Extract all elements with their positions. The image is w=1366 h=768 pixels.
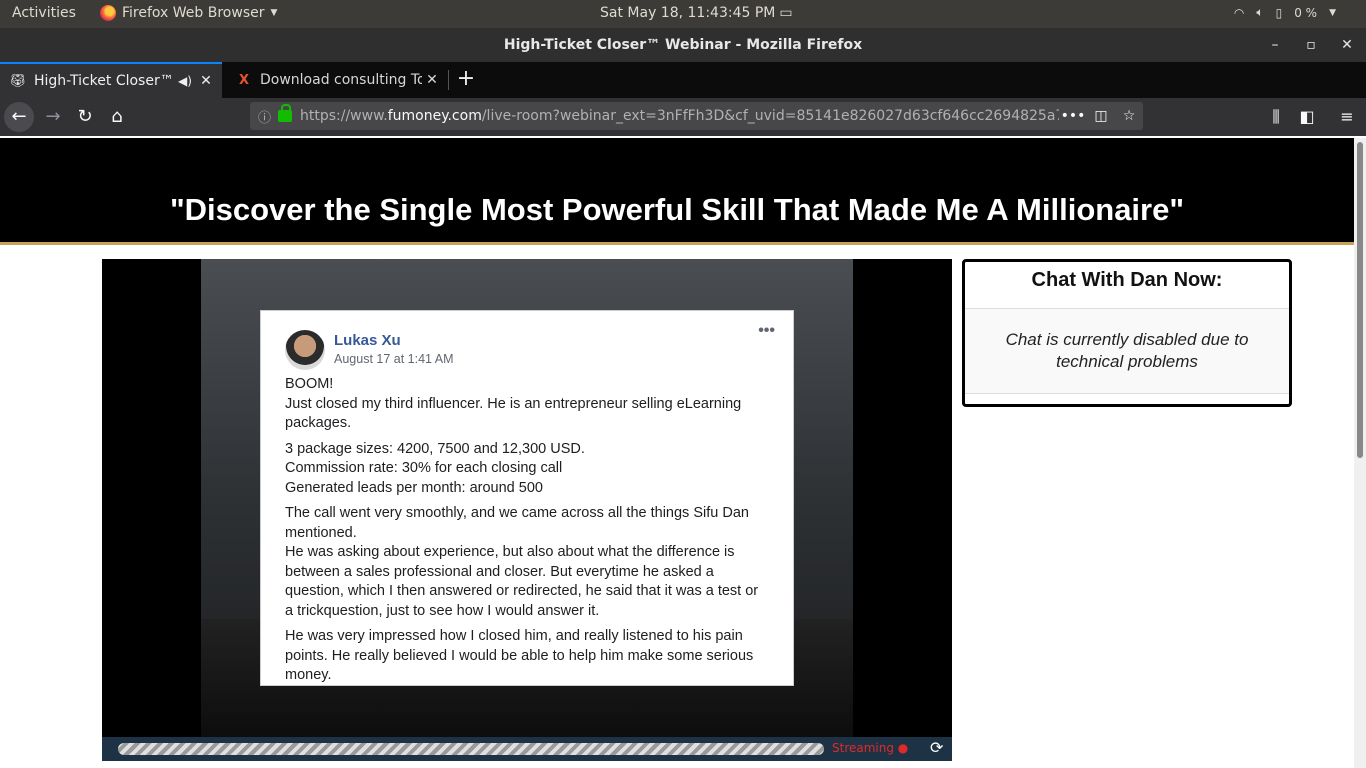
lock-icon[interactable] <box>278 104 292 122</box>
pocket-icon[interactable]: ◫ <box>1087 108 1115 124</box>
window-title: High-Ticket Closer™ Webinar - Mozilla Fi… <box>503 37 863 53</box>
tab-separator <box>448 70 449 90</box>
chat-panel: Chat With Dan Now: Chat is currently dis… <box>962 259 1292 407</box>
page-content: "Discover the Single Most Powerful Skill… <box>0 138 1354 768</box>
system-top-bar: Activities Firefox Web Browser ▼ Sat May… <box>0 0 1366 28</box>
notification-icon: ▭ <box>779 5 793 21</box>
scrollbar-thumb[interactable] <box>1357 142 1363 458</box>
close-window-button[interactable]: ✕ <box>1340 28 1354 62</box>
avatar <box>285 330 325 370</box>
speaker-icon[interactable]: ◀) <box>178 74 192 88</box>
maximize-button[interactable]: ▫ <box>1304 28 1318 62</box>
streaming-indicator: Streaming ● <box>832 741 909 755</box>
tab-strip: 🐯︎ High-Ticket Closer™ W ◀) ✕ X Download… <box>0 62 1366 98</box>
hamburger-menu-icon[interactable]: ≡ <box>1332 102 1362 132</box>
home-button[interactable]: ⌂ <box>102 102 132 132</box>
tab-title: Download consulting To <box>260 72 422 88</box>
url-scheme: https://www. <box>300 108 388 124</box>
page-scrollbar[interactable] <box>1354 138 1366 768</box>
app-menu-label: Firefox Web Browser <box>122 5 265 21</box>
post-date: August 17 at 1:41 AM <box>334 352 454 366</box>
post-paragraph: BOOM! Just closed my third influencer. H… <box>285 376 742 431</box>
battery-icon: ▯ <box>1275 5 1283 20</box>
url-path: /live-room?webinar_ext=3nFfFh3D&cf_uvid=… <box>481 108 1059 124</box>
clock[interactable]: Sat May 18, 11:43:45 PM ▭ <box>600 5 793 21</box>
tiger-favicon-icon: 🐯︎ <box>9 73 27 89</box>
navigation-toolbar: ← → ↻ ⌂ ⓘ https://www.fumoney.com/live-r… <box>0 98 1366 136</box>
new-tab-button[interactable]: + <box>454 62 478 98</box>
minimize-button[interactable]: – <box>1268 28 1282 62</box>
url-bar[interactable]: ⓘ https://www.fumoney.com/live-room?webi… <box>250 102 1143 130</box>
tab-webinar[interactable]: 🐯︎ High-Ticket Closer™ W ◀) ✕ <box>0 62 222 98</box>
url-text[interactable]: https://www.fumoney.com/live-room?webina… <box>300 108 1059 124</box>
info-icon[interactable]: ⓘ <box>258 107 276 126</box>
close-tab-button[interactable]: ✕ <box>422 72 442 88</box>
bookmark-star-icon[interactable]: ☆ <box>1115 108 1143 124</box>
volume-icon: 🔈︎ <box>1256 5 1264 19</box>
video-controls: Streaming ● ⟳ <box>102 737 952 761</box>
firefox-icon <box>100 5 116 21</box>
chevron-down-icon: ▼ <box>270 8 278 18</box>
video-progress-bar[interactable] <box>118 743 824 755</box>
reload-button[interactable]: ↻ <box>70 102 100 132</box>
chevron-down-icon: ▼ <box>1329 7 1336 18</box>
post-paragraph: He was very impressed how I closed him, … <box>285 628 754 683</box>
window-controls: – ▫ ✕ <box>1268 28 1354 62</box>
window-titlebar: High-Ticket Closer™ Webinar - Mozilla Fi… <box>0 28 1366 62</box>
tab-title: High-Ticket Closer™ W <box>34 73 178 89</box>
close-tab-button[interactable]: ✕ <box>196 73 216 89</box>
app-menu[interactable]: Firefox Web Browser ▼ <box>100 5 277 21</box>
post-paragraph: The call went very smoothly, and we came… <box>285 505 759 619</box>
refresh-icon[interactable]: ⟳ <box>930 738 943 757</box>
video-player[interactable]: ••• Lukas Xu August 17 at 1:41 AM BOOM! … <box>102 259 952 737</box>
forward-button[interactable]: → <box>38 102 68 132</box>
back-button[interactable]: ← <box>4 102 34 132</box>
sidebar-icon[interactable]: ◧ <box>1292 102 1322 132</box>
chat-disabled-message: Chat is currently disabled due to techni… <box>965 309 1289 394</box>
library-icon[interactable]: ⫼ <box>1261 102 1291 132</box>
post-menu-icon: ••• <box>758 322 775 339</box>
url-host: fumoney.com <box>387 108 482 124</box>
x-favicon-icon: X <box>238 72 250 88</box>
tab-download-consulting[interactable]: X Download consulting To ✕ <box>226 62 448 98</box>
post-author: Lukas Xu <box>334 331 401 349</box>
page-actions-icon[interactable]: ••• <box>1059 108 1087 124</box>
chat-title: Chat With Dan Now: <box>965 262 1289 309</box>
clock-label: Sat May 18, 11:43:45 PM <box>600 5 776 21</box>
post-paragraph: 3 package sizes: 4200, 7500 and 12,300 U… <box>285 440 585 496</box>
page-headline: "Discover the Single Most Powerful Skill… <box>0 138 1354 245</box>
post-header: Lukas Xu August 17 at 1:41 AM <box>285 329 769 371</box>
wifi-icon: ◠ <box>1233 5 1245 20</box>
activities-button[interactable]: Activities <box>12 5 76 21</box>
facebook-post-screenshot: ••• Lukas Xu August 17 at 1:41 AM BOOM! … <box>260 310 794 686</box>
battery-label: 0 % <box>1294 5 1318 20</box>
system-tray[interactable]: ◠ 🔈︎ ▯ 0 % ▼ <box>1234 5 1336 20</box>
